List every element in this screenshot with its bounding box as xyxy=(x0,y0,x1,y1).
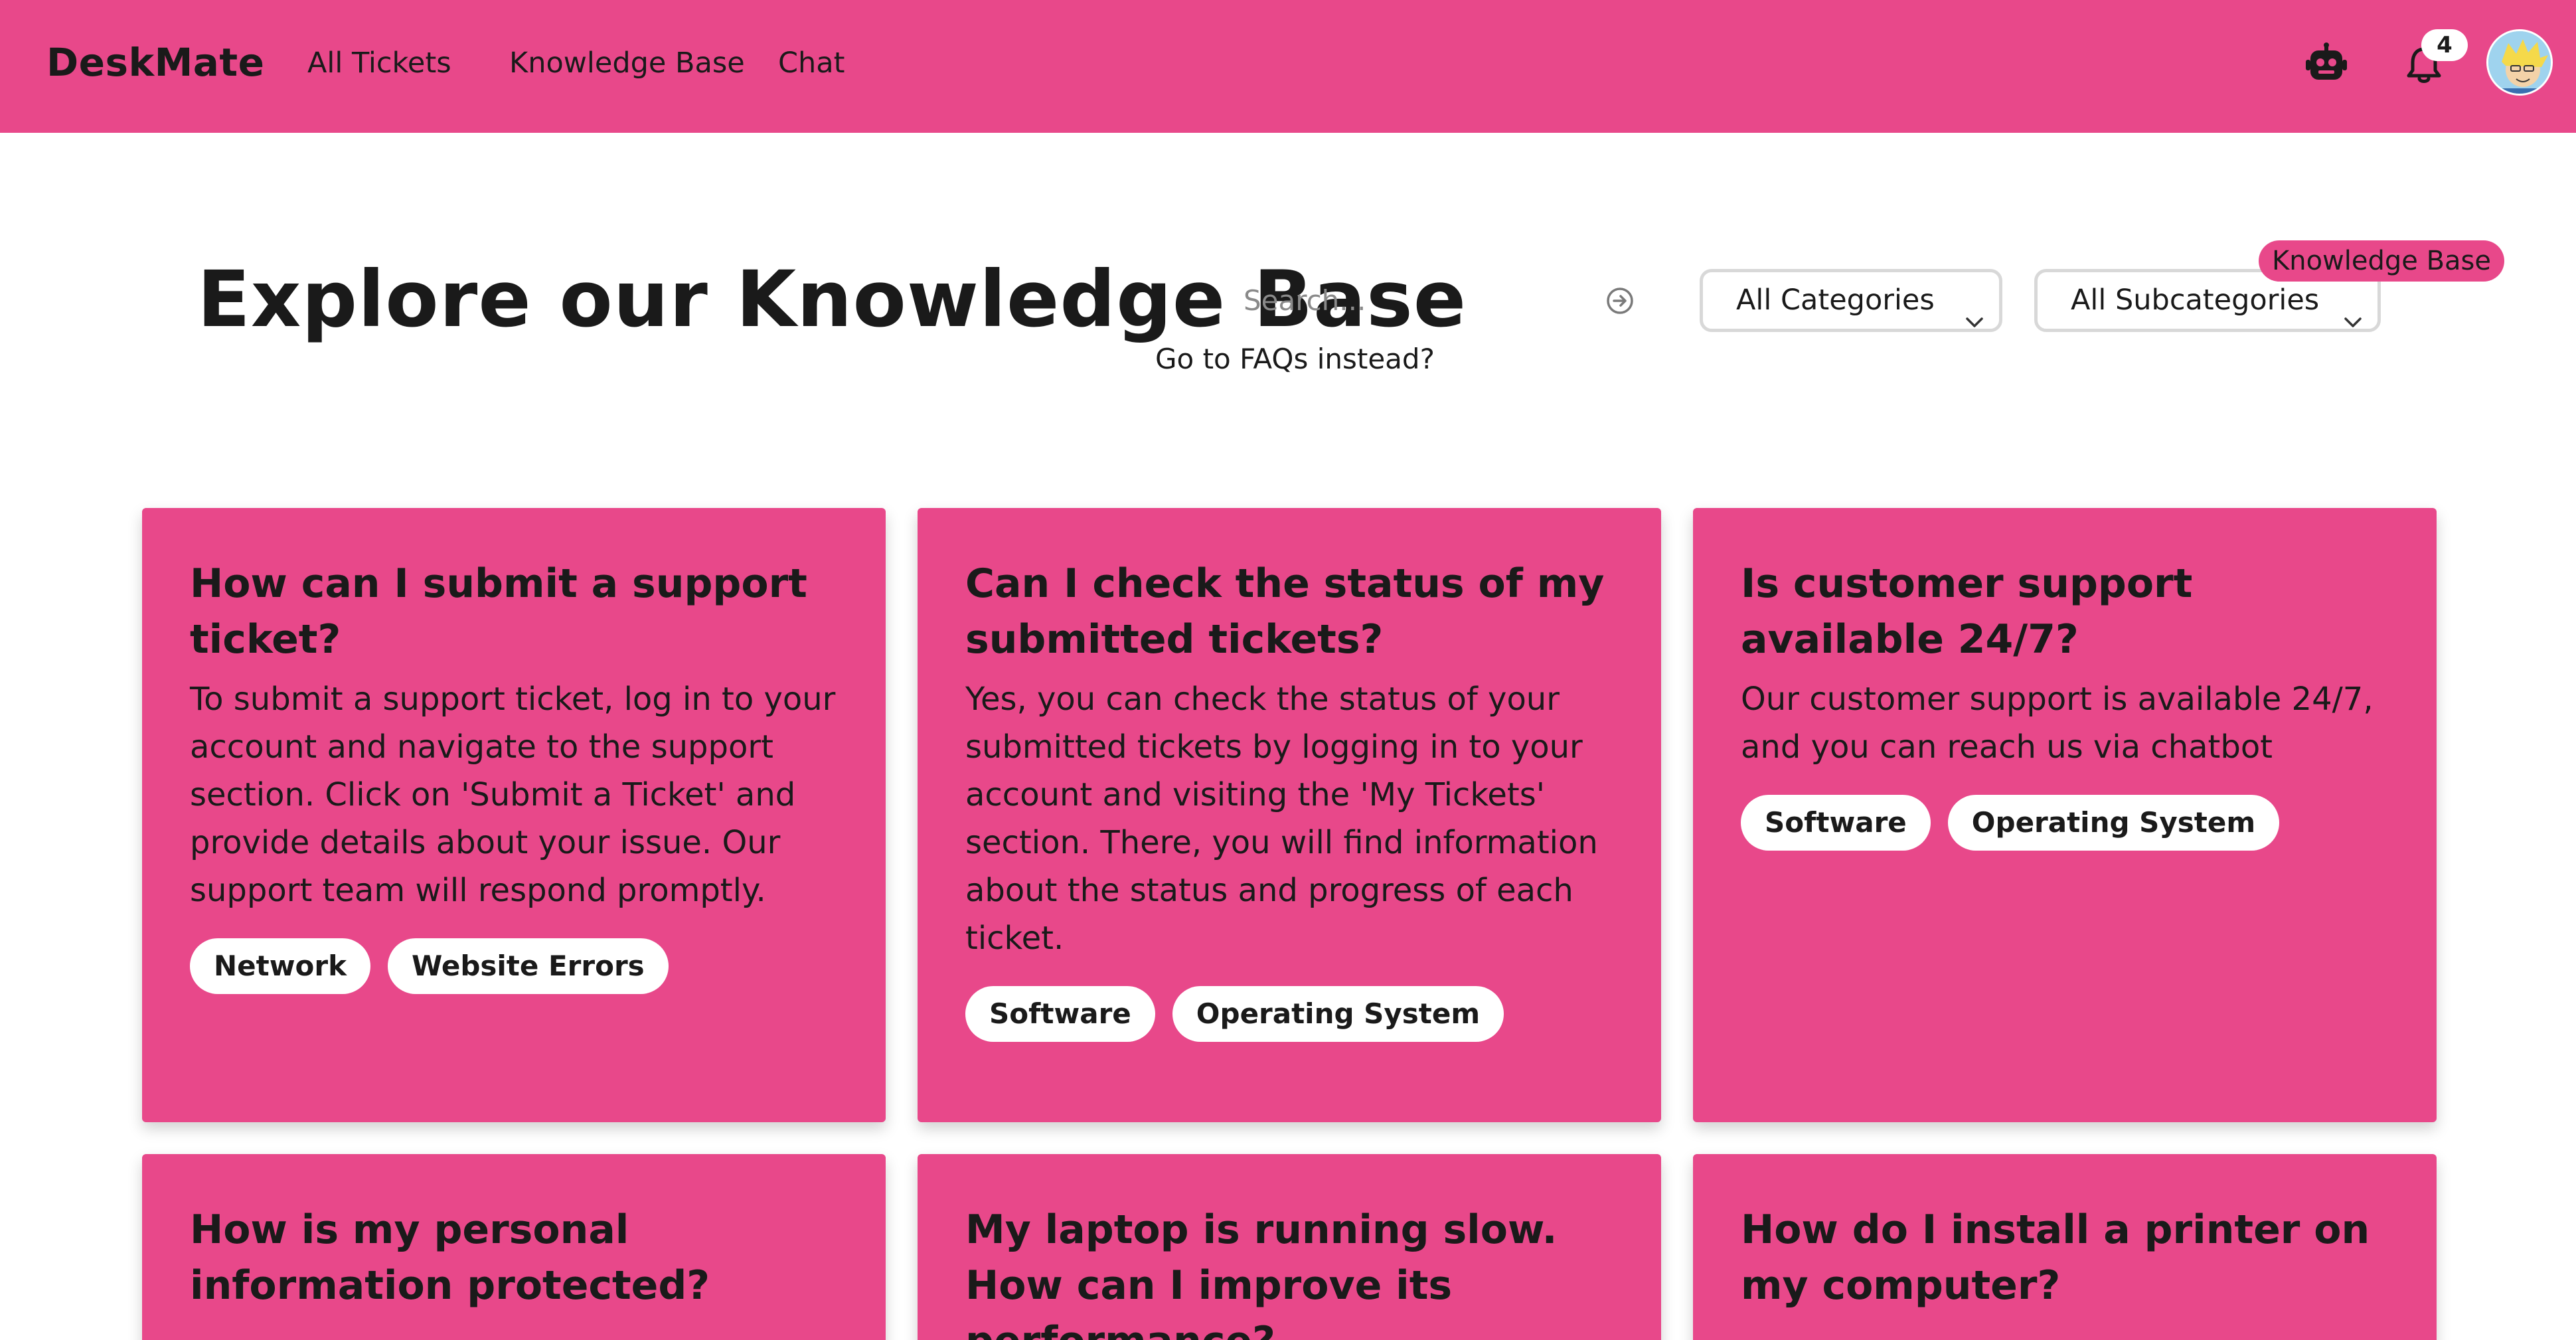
article-title: How is my personal information protected… xyxy=(190,1207,710,1309)
article-title: How can I submit a support ticket? xyxy=(190,560,807,663)
article-body: To submit a support ticket, log in to yo… xyxy=(190,681,836,909)
article-card[interactable]: My laptop is running slow. How can I imp… xyxy=(918,1154,1661,1340)
article-title: How do I install a printer on my compute… xyxy=(1741,1207,2370,1309)
search-submit-icon[interactable] xyxy=(1605,286,1635,315)
robot-icon[interactable] xyxy=(2305,42,2348,85)
article-card[interactable]: Can I check the status of my submitted t… xyxy=(918,508,1661,1122)
subcategory-select-value: All Subcategories xyxy=(2071,284,2320,317)
article-title: My laptop is running slow. How can I imp… xyxy=(965,1207,1558,1340)
search-input[interactable] xyxy=(1225,269,1650,332)
tag-operating-system[interactable]: Operating System xyxy=(1947,795,2280,851)
tag-software[interactable]: Software xyxy=(965,986,1155,1042)
tag-website-errors[interactable]: Website Errors xyxy=(388,938,669,994)
faq-link[interactable]: Go to FAQs instead? xyxy=(1155,343,1435,375)
category-select[interactable]: All Categories xyxy=(1700,269,2002,332)
chevron-down-icon xyxy=(2343,292,2363,327)
article-card[interactable]: How can I submit a support ticket? To su… xyxy=(142,508,886,1122)
article-card[interactable]: How is my personal information protected… xyxy=(142,1154,886,1340)
brand-logo[interactable]: DeskMate xyxy=(46,40,265,85)
tag-software[interactable]: Software xyxy=(1741,795,1931,851)
nav-link-knowledge-base[interactable]: Knowledge Base xyxy=(509,46,745,80)
avatar[interactable] xyxy=(2486,29,2553,96)
article-tags: Software Operating System xyxy=(1741,795,2389,851)
nav-link-chat[interactable]: Chat xyxy=(778,46,845,80)
nav-link-all-tickets[interactable]: All Tickets xyxy=(307,46,451,80)
chevron-down-icon xyxy=(1965,292,1984,327)
article-body: Yes, you can check the status of your su… xyxy=(965,681,1598,957)
article-tags: Software Operating System xyxy=(965,986,1613,1042)
article-card[interactable]: How do I install a printer on my compute… xyxy=(1693,1154,2437,1340)
top-navbar: DeskMate All Tickets Knowledge Base Chat… xyxy=(0,0,2576,133)
category-select-value: All Categories xyxy=(1736,284,1935,317)
search-bar xyxy=(1225,269,1650,332)
tag-operating-system[interactable]: Operating System xyxy=(1172,986,1504,1042)
article-tags: Network Website Errors xyxy=(190,938,838,994)
notification-count-badge: 4 xyxy=(2421,29,2468,61)
article-card[interactable]: Is customer support available 24/7? Our … xyxy=(1693,508,2437,1122)
tag-network[interactable]: Network xyxy=(190,938,371,994)
article-body: Our customer support is available 24/7, … xyxy=(1741,681,2374,766)
article-title: Is customer support available 24/7? xyxy=(1741,560,2193,663)
article-title: Can I check the status of my submitted t… xyxy=(965,560,1605,663)
knowledge-base-tooltip: Knowledge Base xyxy=(2259,240,2504,282)
